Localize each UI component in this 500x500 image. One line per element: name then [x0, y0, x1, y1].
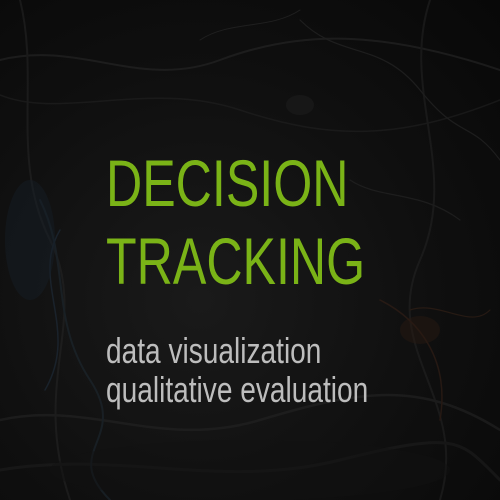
title-line-decision: DECISION [106, 146, 349, 220]
subtitle-line-qualitative-evaluation: qualitative evaluation [106, 369, 369, 410]
title-line-tracking: TRACKING [106, 224, 366, 298]
subtitle-line-data-visualization: data visualization [106, 330, 322, 371]
cover-image: DECISION TRACKING data visualization qua… [0, 0, 500, 500]
